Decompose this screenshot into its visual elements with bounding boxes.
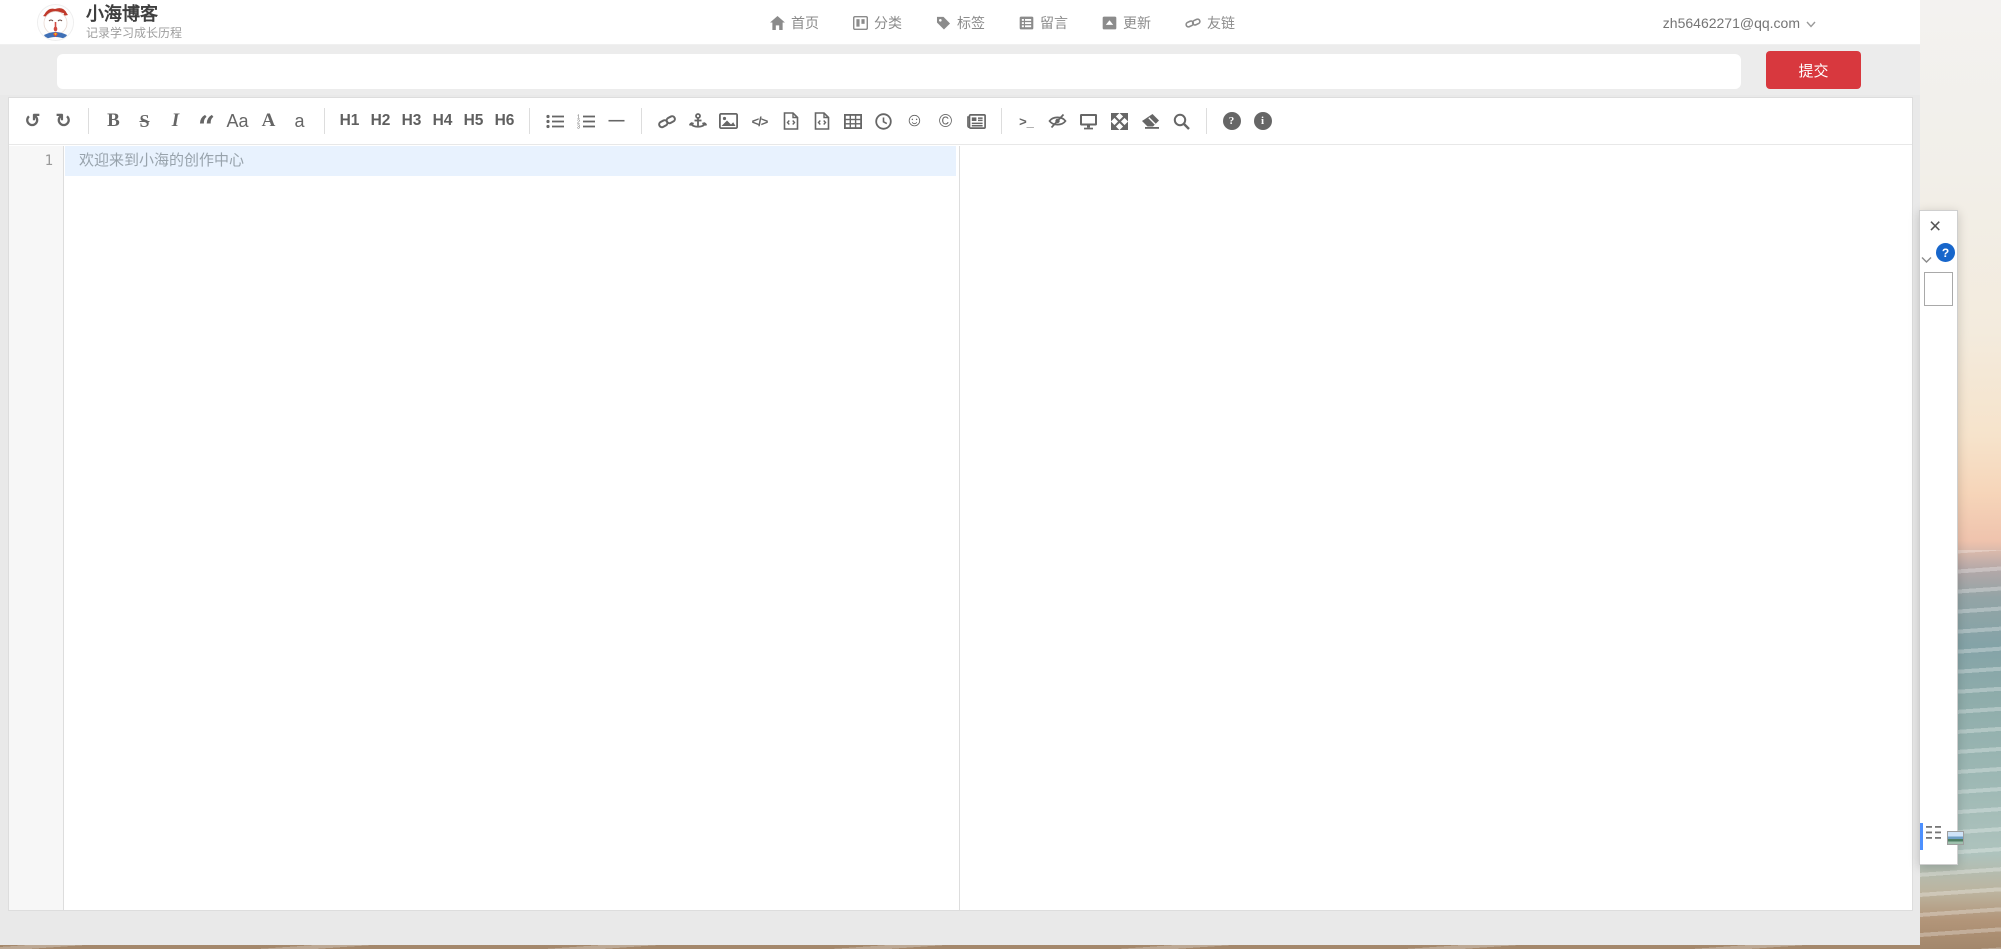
chevron-down-icon	[1806, 15, 1816, 31]
site-subtitle: 记录学习成长历程	[86, 25, 182, 41]
code-block-icon[interactable]	[806, 106, 837, 136]
brand-block[interactable]: 小海博客 记录学习成长历程	[86, 3, 182, 41]
nav-item-updates[interactable]: 更新	[1102, 13, 1151, 33]
uppercase-icon[interactable]: A	[253, 106, 284, 136]
nav-item-messages[interactable]: 留言	[1019, 13, 1068, 33]
nav-item-label: 首页	[791, 13, 819, 33]
clear-eraser-icon[interactable]	[1135, 106, 1166, 136]
nav-item-friend-links[interactable]: 友链	[1185, 13, 1235, 33]
svg-text:3: 3	[577, 124, 580, 128]
image-thumbnail-icon[interactable]	[1947, 831, 1964, 845]
nav-item-label: 留言	[1040, 13, 1068, 33]
emoji-icon[interactable]: ☺	[899, 106, 930, 136]
lowercase-icon[interactable]: a	[284, 106, 315, 136]
datetime-icon[interactable]	[868, 106, 899, 136]
toolbar-divider	[324, 108, 325, 134]
line-number-gutter: 1	[9, 146, 64, 910]
columns-icon	[853, 16, 868, 30]
editor-placeholder-text: 欢迎来到小海的创作中心	[79, 146, 244, 176]
editor-body: 1 欢迎来到小海的创作中心	[9, 146, 1912, 910]
page-content: 小海博客 记录学习成长历程 首页 分类 标签 留言 更新	[0, 0, 1920, 945]
preview-monitor-icon[interactable]	[1073, 106, 1104, 136]
toolbar-divider	[641, 108, 642, 134]
list-view-icon[interactable]	[1926, 825, 1943, 846]
h1-icon[interactable]: H1	[334, 106, 365, 136]
list-ol-icon[interactable]: 123	[570, 106, 601, 136]
message-list-icon	[1019, 16, 1034, 30]
chevron-down-icon[interactable]	[1921, 251, 1932, 269]
italic-icon[interactable]: I	[160, 106, 191, 136]
code-icon[interactable]: </>	[744, 106, 775, 136]
site-logo-avatar[interactable]	[38, 5, 73, 40]
quote-icon[interactable]: “	[191, 106, 222, 136]
search-icon[interactable]	[1166, 106, 1197, 136]
help-badge-icon[interactable]: ?	[1936, 243, 1955, 262]
table-icon[interactable]	[837, 106, 868, 136]
nav-item-label: 更新	[1123, 13, 1151, 33]
redo-icon[interactable]: ↻	[48, 106, 79, 136]
nav-item-categories[interactable]: 分类	[853, 13, 902, 33]
fullscreen-icon[interactable]	[1104, 106, 1135, 136]
nav-item-home[interactable]: 首页	[770, 13, 819, 33]
account-menu[interactable]: zh56462271@qq.com	[1663, 0, 1816, 45]
image-icon[interactable]	[713, 106, 744, 136]
anchor-icon[interactable]	[682, 106, 713, 136]
submit-button[interactable]: 提交	[1766, 51, 1861, 89]
article-title-input[interactable]	[57, 54, 1741, 89]
pagebreak-icon[interactable]	[961, 106, 992, 136]
toolbar-divider	[1001, 108, 1002, 134]
caret-up-square-icon	[1102, 16, 1117, 30]
toolbar-divider	[1206, 108, 1207, 134]
ucwords-icon[interactable]: Aa	[222, 106, 253, 136]
selected-tool-accent	[1920, 823, 1923, 850]
link-icon	[1185, 16, 1201, 30]
line-number: 1	[45, 146, 53, 176]
panel-input[interactable]	[1924, 272, 1953, 306]
list-ul-icon[interactable]	[539, 106, 570, 136]
nav-item-label: 标签	[957, 13, 985, 33]
compose-bar: 提交	[0, 45, 1920, 95]
account-email: zh56462271@qq.com	[1663, 15, 1800, 31]
watch-eye-slash-icon[interactable]	[1042, 106, 1073, 136]
preformatted-text-icon[interactable]	[775, 106, 806, 136]
undo-icon[interactable]: ↺	[17, 106, 48, 136]
h3-icon[interactable]: H3	[396, 106, 427, 136]
toolbar-divider	[88, 108, 89, 134]
info-icon[interactable]: i	[1247, 106, 1278, 136]
site-title: 小海博客	[86, 3, 182, 25]
markdown-editor: ↺ ↻ B S I “ Aa A a H1 H2 H3 H4 H5 H6 123…	[8, 97, 1913, 911]
home-icon	[770, 16, 785, 30]
markdown-preview-pane	[960, 146, 1912, 910]
editor-toolbar: ↺ ↻ B S I “ Aa A a H1 H2 H3 H4 H5 H6 123…	[9, 98, 1912, 145]
tag-icon	[936, 16, 951, 30]
html-entities-icon[interactable]: ©	[930, 106, 961, 136]
h2-icon[interactable]: H2	[365, 106, 396, 136]
h5-icon[interactable]: H5	[458, 106, 489, 136]
nav-item-tags[interactable]: 标签	[936, 13, 985, 33]
h6-icon[interactable]: H6	[489, 106, 520, 136]
main-nav: 首页 分类 标签 留言 更新 友链	[770, 0, 1235, 45]
nav-item-label: 分类	[874, 13, 902, 33]
h4-icon[interactable]: H4	[427, 106, 458, 136]
markdown-source-pane[interactable]: 1 欢迎来到小海的创作中心	[9, 146, 960, 910]
horizontal-rule-icon[interactable]: —	[601, 106, 632, 136]
toolbar-divider	[529, 108, 530, 134]
link-icon[interactable]	[651, 106, 682, 136]
close-icon[interactable]: ×	[1929, 215, 1941, 239]
bold-icon[interactable]: B	[98, 106, 129, 136]
nav-item-label: 友链	[1207, 13, 1235, 33]
site-header: 小海博客 记录学习成长历程 首页 分类 标签 留言 更新	[0, 0, 1920, 45]
goto-line-icon[interactable]: >_	[1011, 106, 1042, 136]
cartoon-avatar-icon	[38, 5, 73, 40]
strikethrough-icon[interactable]: S	[129, 106, 160, 136]
side-overlay-panel: × ?	[1919, 210, 1958, 865]
help-icon[interactable]: ?	[1216, 106, 1247, 136]
